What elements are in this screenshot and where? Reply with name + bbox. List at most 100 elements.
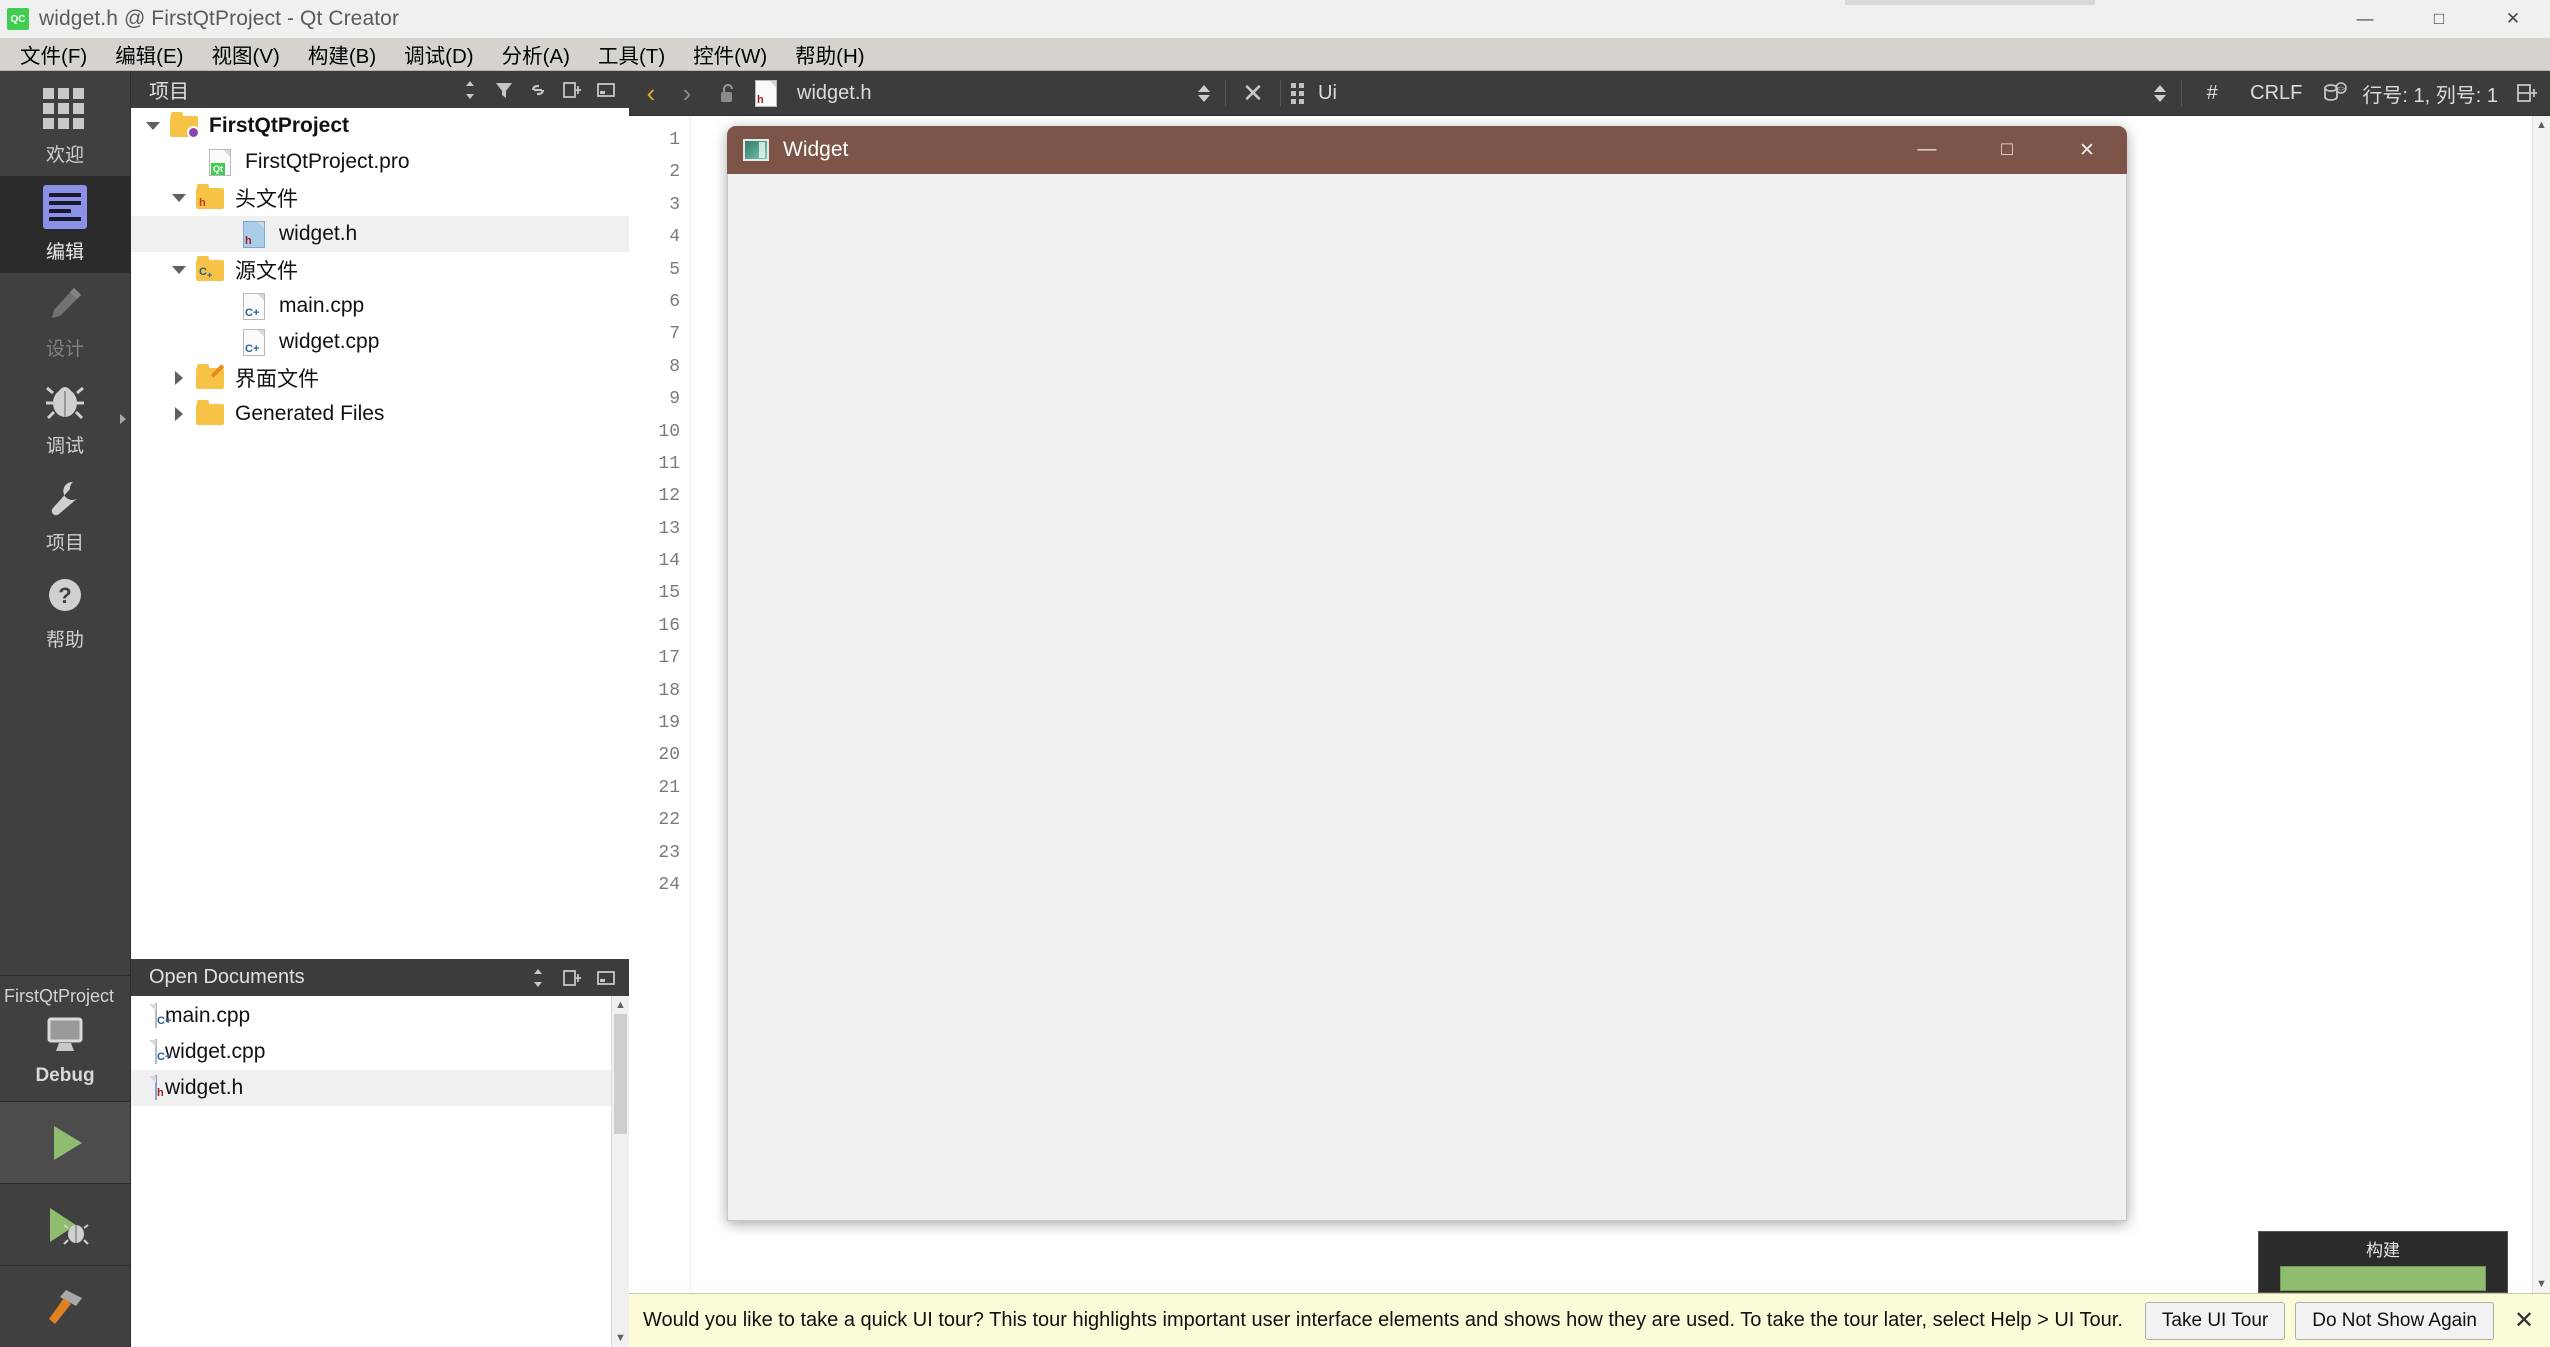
text-encoding-icon[interactable]: <> [2320,79,2350,107]
desktop-icon [43,1015,87,1059]
sync-icon[interactable] [523,964,553,992]
menu-view[interactable]: 视图(V) [198,35,294,73]
take-ui-tour-button[interactable]: Take UI Tour [2144,1301,2286,1340]
twisty-open-icon[interactable] [165,266,193,274]
twisty-open-icon[interactable] [165,194,193,202]
scrollbar-thumb[interactable] [614,1014,627,1134]
mode-item-welcome[interactable]: 欢迎 [0,79,130,176]
menu-widgets[interactable]: 控件(W) [679,35,781,73]
tree-row[interactable]: Generated Files [131,396,629,432]
widget-preview-body[interactable] [727,174,2127,1221]
symbol-combobox[interactable]: Ui [1314,77,2149,109]
mode-item-debug[interactable]: 调试 [0,370,130,467]
menu-debug[interactable]: 调试(D) [390,35,487,73]
line-number: 2 [669,162,680,183]
open-documents-scrollbar[interactable]: ▲ ▼ [611,996,629,1347]
close-preview-button[interactable]: ✕ [2047,126,2127,174]
twisty-closed-icon[interactable] [165,371,193,385]
build-button[interactable] [0,1265,130,1347]
kit-selector: FirstQtProject Debug [0,975,130,1347]
tree-row[interactable]: C+ widget.cpp [131,324,629,360]
menu-analyze[interactable]: 分析(A) [488,35,584,73]
widget-preview-window[interactable]: Widget — □ ✕ [727,126,2127,1221]
line-number: 8 [669,356,680,377]
line-ending-selector[interactable]: CRLF [2232,82,2320,105]
maximize-preview-button[interactable]: □ [1967,126,2047,174]
close-window-button[interactable]: ✕ [2476,0,2550,38]
editor-main[interactable]: 1 2 3 4 5 6 7 8 9 10 11 12 13 14 15 16 17 18 19 20 21 22 23 24 … [629,116,2550,1293]
line-number: 24 [658,874,680,895]
tree-row[interactable]: h 头文件 [131,180,629,216]
scroll-down-icon[interactable]: ▼ [2533,1275,2550,1293]
mode-item-edit[interactable]: 编辑 [0,176,130,273]
open-documents-list[interactable]: C+ main.cpp C+ widget.cpp h widget.h ▲ ▼ [131,996,629,1347]
list-item[interactable]: h widget.h [131,1070,611,1106]
open-documents-header: Open Documents [131,959,629,996]
maximize-window-button[interactable]: □ [2402,0,2476,38]
tree-row-label: widget.h [279,222,358,245]
kit-build-config-label: Debug [35,1065,95,1086]
menu-tools[interactable]: 工具(T) [584,35,679,73]
pencil-icon [43,282,87,326]
hammer-icon [42,1284,88,1330]
run-button[interactable] [0,1101,130,1183]
twisty-closed-icon[interactable] [165,407,193,421]
menu-file[interactable]: 文件(F) [6,35,101,73]
list-item[interactable]: C+ widget.cpp [131,1034,611,1070]
project-tree[interactable]: FirstQtProject Qt FirstQtProject.pro h 头… [131,108,629,959]
file-selector-spinner[interactable] [1193,84,1215,102]
line-number: 18 [658,680,680,701]
minimize-window-button[interactable]: — [2328,0,2402,38]
minimize-panel-icon[interactable] [591,964,621,992]
editor-toolbar: ‹ › h widget.h ✕ Ui # CRLF <> 行号: 1, 列号:… [629,71,2550,116]
close-document-button[interactable]: ✕ [1236,78,1270,109]
symbol-selector-spinner[interactable] [2149,84,2171,102]
editor-vertical-scrollbar[interactable]: ▲ ▼ [2532,116,2550,1293]
tree-row[interactable]: C+ 源文件 [131,252,629,288]
drag-handle-icon[interactable] [1291,82,1304,104]
sync-icon[interactable] [455,76,485,104]
tree-row[interactable]: Qt FirstQtProject.pro [131,144,629,180]
line-number: 4 [669,227,680,248]
mode-label-design: 设计 [45,339,84,360]
start-debugging-button[interactable] [0,1183,130,1265]
navigate-forward-icon[interactable]: › [669,78,705,109]
project-panel-title: 项目 [149,81,189,103]
code-editor-canvas[interactable]: Widget — □ ✕ [691,116,2532,1293]
scroll-up-icon[interactable]: ▲ [612,996,629,1014]
tree-row[interactable]: h widget.h [131,216,629,252]
split-icon[interactable] [557,76,587,104]
kit-build-config-button[interactable]: Debug [0,1007,130,1101]
tree-row[interactable]: 界面文件 [131,360,629,396]
link-icon[interactable] [523,76,553,104]
tree-row[interactable]: FirstQtProject [131,108,629,144]
menu-build[interactable]: 构建(B) [294,35,390,73]
scroll-up-icon[interactable]: ▲ [2533,116,2550,134]
scroll-down-icon[interactable]: ▼ [612,1329,629,1347]
mode-item-design[interactable]: 设计 [0,273,130,370]
mode-item-projects[interactable]: 项目 [0,467,130,564]
unlocked-icon[interactable] [713,79,743,107]
divider [1225,80,1226,106]
line-number: 14 [658,551,680,572]
widget-app-icon [743,139,769,161]
menu-edit[interactable]: 编辑(E) [101,35,197,73]
list-item[interactable]: C+ main.cpp [131,998,611,1034]
open-file-combobox[interactable]: widget.h [793,77,1193,109]
build-progress-title: 构建 [2366,1241,2400,1260]
file-header-icon: h [237,220,271,248]
navigate-back-icon[interactable]: ‹ [633,78,669,109]
line-number-toggle[interactable]: # [2192,82,2232,105]
tree-row[interactable]: C+ main.cpp [131,288,629,324]
filter-icon[interactable] [489,76,519,104]
split-icon[interactable] [557,964,587,992]
twisty-open-icon[interactable] [139,122,167,130]
split-editor-icon[interactable] [2512,79,2542,107]
mode-item-help[interactable]: ? 帮助 [0,564,130,661]
minimize-panel-icon[interactable] [591,76,621,104]
close-banner-button[interactable]: ✕ [2504,1306,2544,1335]
do-not-show-again-button[interactable]: Do Not Show Again [2295,1301,2494,1340]
minimize-preview-button[interactable]: — [1887,126,1967,174]
menu-help[interactable]: 帮助(H) [781,35,878,73]
folder-sources-icon: C+ [193,255,227,283]
